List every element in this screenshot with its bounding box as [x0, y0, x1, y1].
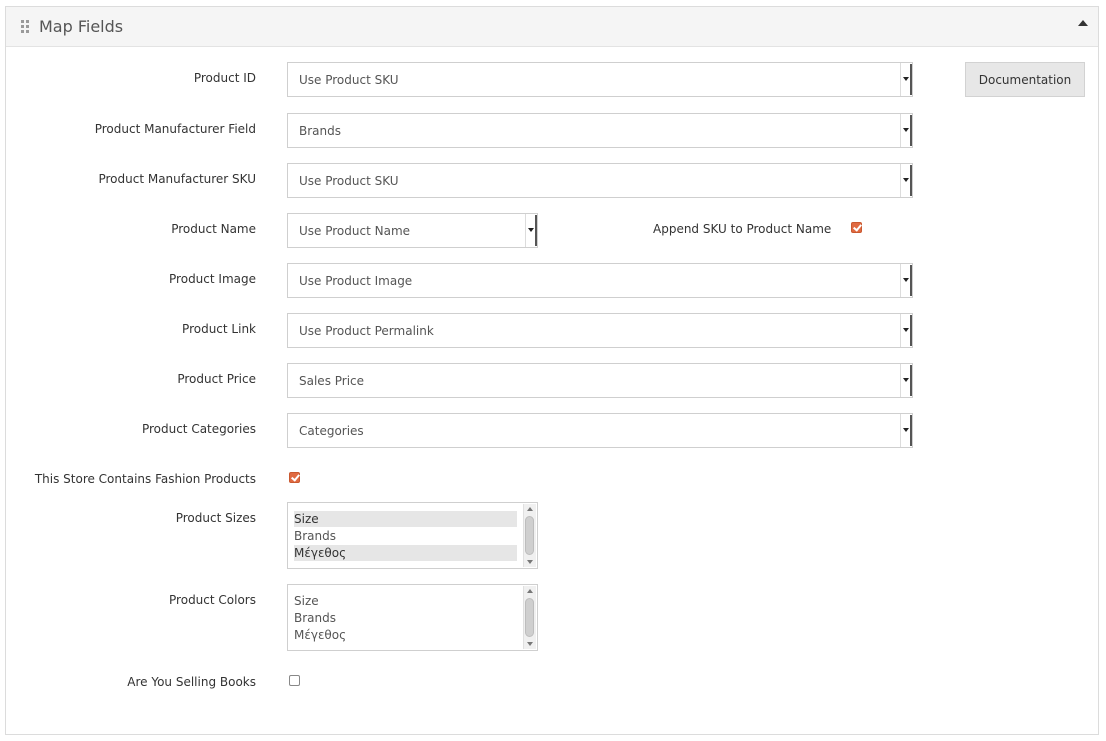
chevron-down-icon: [903, 378, 909, 382]
chevron-down-icon: [903, 128, 909, 132]
product-image-value: Use Product Image: [299, 274, 413, 288]
drag-handle-icon[interactable]: [21, 20, 29, 33]
scroll-up-icon[interactable]: [527, 589, 533, 593]
scroll-down-icon[interactable]: [527, 642, 533, 646]
books-checkbox[interactable]: [289, 675, 300, 686]
documentation-button[interactable]: Documentation: [965, 62, 1085, 97]
list-option[interactable]: Size: [294, 593, 319, 609]
fashion-label: This Store Contains Fashion Products: [34, 472, 256, 486]
product-id-value: Use Product SKU: [299, 73, 399, 87]
dropdown-arrow: [900, 314, 912, 347]
scrollbar[interactable]: [523, 504, 536, 567]
manufacturer-sku-select[interactable]: Use Product SKU: [287, 163, 913, 198]
list-option[interactable]: Size: [294, 511, 517, 527]
manufacturer-field-select[interactable]: Brands: [287, 113, 913, 148]
product-sizes-label: Product Sizes: [175, 511, 256, 525]
dropdown-arrow: [900, 264, 912, 297]
product-colors-listbox[interactable]: Size Brands Μέγεθος: [287, 584, 538, 651]
product-link-label: Product Link: [182, 322, 256, 336]
scroll-up-icon[interactable]: [527, 507, 533, 511]
list-option[interactable]: Μέγεθος: [294, 545, 517, 561]
collapse-arrow-icon[interactable]: [1078, 20, 1088, 26]
chevron-down-icon: [528, 228, 534, 232]
dropdown-arrow: [900, 164, 912, 197]
list-option[interactable]: Brands: [294, 528, 336, 544]
dropdown-arrow: [900, 114, 912, 147]
list-option[interactable]: Μέγεθος: [294, 627, 346, 643]
product-categories-value: Categories: [299, 424, 364, 438]
product-price-label: Product Price: [177, 372, 256, 386]
manufacturer-sku-label: Product Manufacturer SKU: [98, 172, 256, 186]
scroll-thumb[interactable]: [525, 516, 534, 555]
dropdown-arrow: [900, 414, 912, 447]
chevron-down-icon: [903, 278, 909, 282]
panel-title: Map Fields: [39, 17, 124, 36]
product-link-value: Use Product Permalink: [299, 324, 434, 338]
product-id-label: Product ID: [193, 71, 256, 85]
chevron-down-icon: [903, 178, 909, 182]
product-categories-select[interactable]: Categories: [287, 413, 913, 448]
scroll-thumb[interactable]: [525, 598, 534, 637]
product-name-value: Use Product Name: [299, 224, 411, 238]
manufacturer-sku-value: Use Product SKU: [299, 174, 399, 188]
manufacturer-field-label: Product Manufacturer Field: [94, 122, 256, 136]
product-price-value: Sales Price: [299, 374, 365, 388]
dropdown-arrow: [525, 214, 537, 247]
list-option[interactable]: Brands: [294, 610, 336, 626]
product-image-select[interactable]: Use Product Image: [287, 263, 913, 298]
fashion-checkbox[interactable]: [289, 472, 300, 483]
append-sku-label: Append SKU to Product Name: [653, 222, 832, 236]
scroll-down-icon[interactable]: [527, 560, 533, 564]
product-link-select[interactable]: Use Product Permalink: [287, 313, 913, 348]
product-price-select[interactable]: Sales Price: [287, 363, 913, 398]
product-sizes-listbox[interactable]: Size Brands Μέγεθος: [287, 502, 538, 569]
product-name-select[interactable]: Use Product Name: [287, 213, 538, 248]
manufacturer-field-value: Brands: [299, 124, 341, 138]
chevron-down-icon: [903, 77, 909, 81]
product-colors-label: Product Colors: [169, 593, 256, 607]
append-sku-checkbox[interactable]: [851, 222, 862, 233]
books-label: Are You Selling Books: [127, 675, 256, 689]
product-name-label: Product Name: [171, 222, 256, 236]
panel-header[interactable]: Map Fields: [6, 7, 1098, 47]
product-categories-label: Product Categories: [141, 422, 256, 436]
chevron-down-icon: [903, 428, 909, 432]
dropdown-arrow: [900, 364, 912, 397]
scrollbar[interactable]: [523, 586, 536, 649]
chevron-down-icon: [903, 328, 909, 332]
dropdown-arrow: [900, 63, 912, 96]
product-id-select[interactable]: Use Product SKU: [287, 62, 913, 97]
product-image-label: Product Image: [169, 272, 256, 286]
